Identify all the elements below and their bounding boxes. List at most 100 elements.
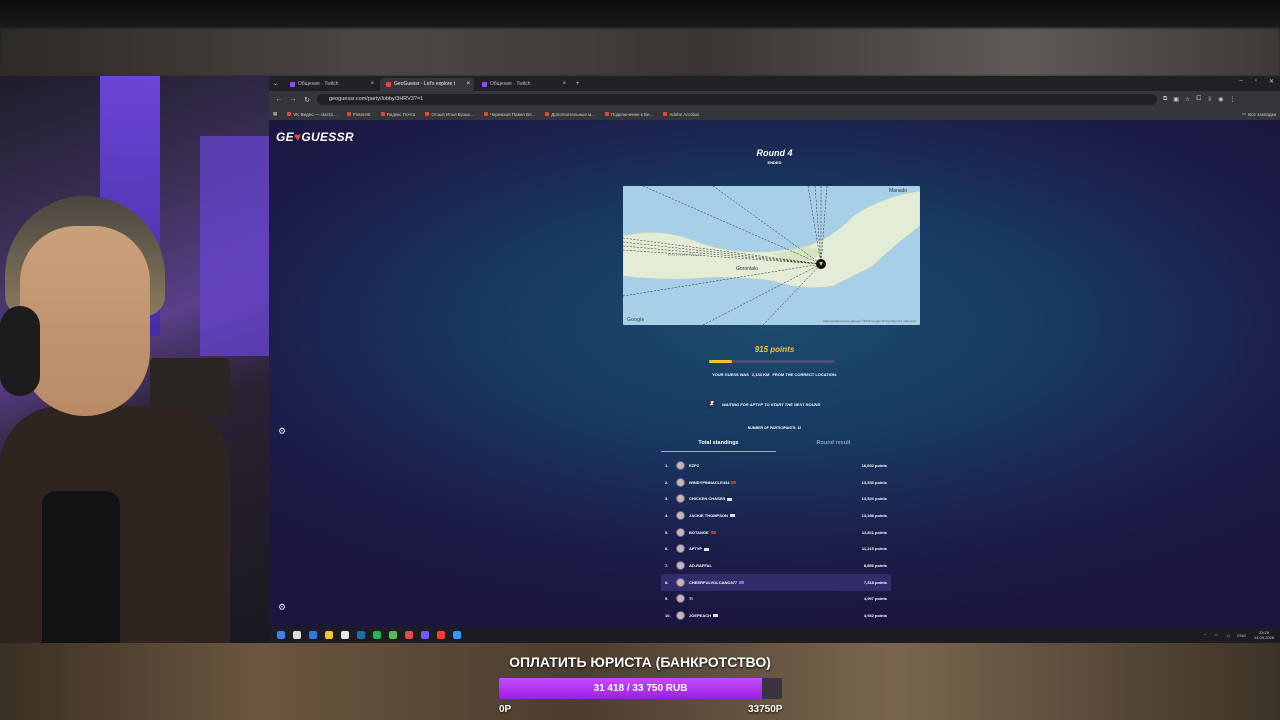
edge-icon[interactable] xyxy=(309,631,317,639)
standings-row[interactable]: 6. АРТУР 11,215 points xyxy=(661,540,891,557)
guess-distance: YOUR GUESS WAS 2,133 KM FROM THE CORRECT… xyxy=(269,372,1280,377)
result-map[interactable]: Manado Gorontalo GORONTALO Google Картог… xyxy=(623,186,920,325)
bookmark-item[interactable]: Pinterest xyxy=(346,112,371,117)
geoguessr-logo[interactable]: GE♥GUESSR xyxy=(276,130,354,144)
map-label-gorontalo: Gorontalo xyxy=(736,266,758,272)
browser-tab[interactable]: Общение - Twitch × xyxy=(284,78,378,91)
bookmark-item[interactable]: Отзыв Илья Бузык... xyxy=(425,112,474,117)
spotify-icon[interactable] xyxy=(373,631,381,639)
back-icon[interactable]: ← xyxy=(275,96,283,103)
menu-icon[interactable]: ⋮ xyxy=(1229,96,1235,103)
donation-min-label: 0Р xyxy=(499,704,512,715)
bookmark-item[interactable]: VK Видео — смотр... xyxy=(287,112,337,117)
translate-icon[interactable]: ⧉ xyxy=(1163,96,1167,103)
address-bar: ← → ↻ geoguessr.com/party/lobby/3HRV3?=1… xyxy=(269,91,1280,108)
new-tab-button[interactable]: + xyxy=(576,81,580,87)
standings-row[interactable]: 2. WINDYPINNACLE434 13,553 points xyxy=(661,474,891,491)
standings-row[interactable]: 7. AD-RAFFAL 8,856 points xyxy=(661,557,891,574)
settings-icon[interactable]: ⚙ xyxy=(278,602,286,613)
volume-icon[interactable]: ◁ xyxy=(1226,633,1229,638)
rank: 9. xyxy=(665,596,669,602)
bookmark-item[interactable]: Яндекс Почта xyxy=(380,111,416,117)
standings-row[interactable]: 8. CHEERFULVOLCANO377 7,318 points xyxy=(661,573,891,591)
player-name-text: CHEERFULVOLCANO377 xyxy=(689,579,738,585)
rank: 7. xyxy=(665,562,669,568)
network-icon[interactable]: ◠ xyxy=(1215,633,1219,638)
url-input[interactable]: geoguessr.com/party/lobby/3HRV3?=1 xyxy=(317,94,1157,105)
bookmark-item[interactable]: Черемхов Павел Вя... xyxy=(483,112,535,117)
standings-list: 1. EZPZ 16,602 points 2. WINDYPINNACLE434 13,… xyxy=(661,457,891,624)
browser-tab[interactable]: GeoGuessr - Let's explore t × xyxy=(380,78,475,91)
clock[interactable]: 23:29 14.09.2026 xyxy=(1254,630,1274,640)
app-icon[interactable] xyxy=(453,631,461,639)
language-indicator[interactable]: ENG xyxy=(1237,633,1246,638)
chrome-icon[interactable] xyxy=(341,631,349,639)
apps-icon[interactable]: ▦ xyxy=(273,111,277,117)
all-bookmarks[interactable]: ▭ Все закладки xyxy=(1242,111,1276,117)
folder-icon: ▭ xyxy=(1241,111,1247,116)
forward-icon[interactable]: → xyxy=(289,96,297,103)
clock-date: 14.09.2026 xyxy=(1253,635,1274,640)
donation-progress-bar: 31 418 / 33 750 RUB xyxy=(499,678,782,699)
close-icon[interactable]: × xyxy=(467,78,471,91)
land-sulawesi xyxy=(623,190,920,288)
standings-row[interactable]: 1. EZPZ 16,602 points xyxy=(661,457,891,474)
profile-icon[interactable]: ◉ xyxy=(1218,96,1223,103)
player-points: 11,215 points xyxy=(861,546,887,552)
reload-icon[interactable]: ↻ xyxy=(303,96,311,104)
maximize-icon[interactable]: ▫ xyxy=(1255,78,1257,85)
waiting-text: WAITING FOR АРТУР TO START THE NEXT ROUN… xyxy=(722,402,821,407)
tab-round-result[interactable]: Round result xyxy=(776,438,891,452)
stream-frame: ⌄ Общение - Twitch × GeoGuessr - Let's ex… xyxy=(0,0,1280,720)
flag-icon xyxy=(704,547,710,551)
explorer-icon[interactable] xyxy=(325,631,333,639)
bookmark-item[interactable]: Подключение к Бе... xyxy=(605,112,653,117)
close-icon[interactable]: × xyxy=(371,78,375,91)
guess-suffix: FROM THE CORRECT LOCATION. xyxy=(772,372,838,377)
points-progress-fill xyxy=(709,360,732,363)
bookmark-favicon xyxy=(380,112,385,116)
bookmark-star-icon[interactable]: ☆ xyxy=(1185,96,1190,103)
close-icon[interactable]: × xyxy=(563,78,567,91)
standings-row[interactable]: 10. JOEPEACH 4,932 points xyxy=(661,607,891,624)
webcam-feed xyxy=(0,76,269,643)
standings-row[interactable]: 5. BOTANGE 12,811 points xyxy=(661,524,891,541)
bookmark-label: Яндекс Почта xyxy=(386,111,416,117)
bookmark-item[interactable]: Дополнительные м... xyxy=(545,112,595,117)
player-name-text: JOEPEACH xyxy=(689,613,712,619)
discord-icon[interactable] xyxy=(421,631,429,639)
minimize-icon[interactable]: – xyxy=(1239,78,1242,85)
tab-search-icon[interactable]: ⌄ xyxy=(273,80,278,87)
downloads-icon[interactable]: ⇩ xyxy=(1207,96,1212,103)
task-view-icon[interactable] xyxy=(293,631,301,639)
player-name: BOTANGE xyxy=(689,530,862,535)
chat-settings-icon[interactable]: ⚙ xyxy=(278,426,286,437)
standings-row[interactable]: 3. CHICKEN CHASER 13,524 points xyxy=(661,490,891,507)
all-bookmarks-label: Все закладки xyxy=(1248,111,1276,117)
standings-row[interactable]: 4. JACKIE THOMPSON 13,398 points xyxy=(661,507,891,524)
avatar xyxy=(676,594,685,604)
bookmark-favicon xyxy=(346,112,351,116)
player-name: TI xyxy=(689,596,864,601)
browser-tab[interactable]: Общение - Twitch × xyxy=(476,78,570,91)
install-icon[interactable]: ▣ xyxy=(1173,96,1179,103)
guess-prefix: YOUR GUESS WAS xyxy=(711,372,749,377)
background-blur-top xyxy=(0,28,1280,76)
player-name: АРТУР xyxy=(689,546,862,551)
close-window-icon[interactable]: ✕ xyxy=(1269,78,1274,85)
app-icon[interactable] xyxy=(405,631,413,639)
bookmark-favicon xyxy=(483,112,488,116)
tab-total-standings[interactable]: Total standings xyxy=(661,438,776,452)
standings-row[interactable]: 9. TI 4,997 points xyxy=(661,591,891,608)
steam-icon[interactable] xyxy=(357,631,365,639)
yandex-icon[interactable] xyxy=(437,631,445,639)
app-icon[interactable] xyxy=(389,631,397,639)
extensions-icon[interactable]: ⧠ xyxy=(1196,96,1201,103)
bookmark-item[interactable]: Adobe Acrobat xyxy=(663,112,699,117)
geoguessr-page: GE♥GUESSR Round 4 ENDED Manado Gorontalo… xyxy=(269,120,1280,627)
player-name-text: BOTANGE xyxy=(689,529,709,535)
chevron-up-icon[interactable]: ⌃ xyxy=(1203,633,1206,638)
player-name-text: TI xyxy=(689,596,693,602)
tab-label: Общение - Twitch xyxy=(298,81,339,87)
start-icon[interactable] xyxy=(277,631,285,639)
